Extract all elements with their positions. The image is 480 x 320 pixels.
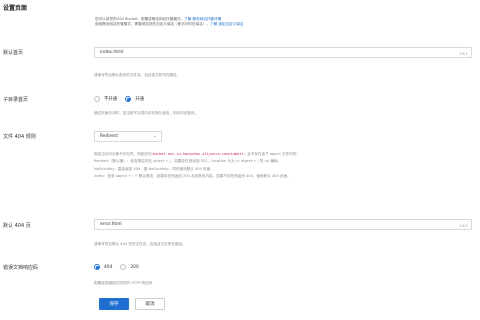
radio-button-selected[interactable] [94, 264, 100, 270]
radio-button[interactable] [94, 96, 100, 102]
error-status-help: 配置返回错误文档时的 HTTP 响应码 [94, 281, 153, 285]
desc-line-1: Redirect（默认值）：检查是否存在 object + /，如果存在则返回 … [94, 159, 282, 164]
index-page-input[interactable]: index.html 10/1 [94, 47, 472, 58]
cancel-button[interactable]: 取消 [135, 298, 165, 310]
hosting-details-link[interactable]: 了解 静态网站托管详情 [184, 17, 221, 21]
section-title: 设置页面 [3, 5, 28, 12]
file-404-rule-description: 指定当访问对象不存在时，例如访问 bucket.oss-cn-hangzhou.… [94, 151, 300, 180]
radio-label: 不开通 [104, 97, 118, 102]
index-page-label: 默认首页 [3, 50, 24, 56]
index-page-value: index.html [100, 50, 124, 55]
bind-domain-link[interactable]: 了解 绑定自定义域名 [210, 22, 244, 26]
radio-option-200[interactable]: 200 [120, 264, 139, 270]
subdir-index-radio-group: 不开通 开通 [94, 96, 144, 102]
file-404-rule-label: 文件 404 规则 [3, 134, 36, 140]
page-404-help: 请填写符合默认 404 页的文件名，包括该文件所在路径。 [94, 242, 186, 246]
index-page-counter: 10/1 [459, 50, 468, 56]
page-404-label: 默认 404 页 [3, 223, 31, 229]
desc-line-2: NoSuchKey：直接返回 404，报 NoSuchKey，同时使用默认 40… [94, 166, 214, 171]
index-page-help: 请填写符合默认首页的文件名，包括该文件所在路径。 [94, 73, 181, 77]
subdir-index-label: 子目录首页 [3, 97, 29, 103]
error-status-label: 错误文档响应码 [3, 265, 39, 271]
file-404-rule-select[interactable]: Redirect ⌄ [94, 131, 162, 142]
radio-option-enabled[interactable]: 开通 [125, 96, 144, 102]
info-text: 您可以将您的OSS Bucket，配置成静态网站托管模式。了解 静态网站托管详情… [95, 17, 244, 27]
radio-label: 开通 [135, 97, 144, 102]
radio-option-disabled[interactable]: 不开通 [94, 96, 117, 102]
error-status-radio-group: 404 200 [94, 264, 139, 270]
desc-line-3: Index：检查 object + / + 默认首页，如果存在则返回 200 及… [94, 173, 291, 178]
radio-option-404[interactable]: 404 [94, 264, 112, 270]
radio-label: 200 [130, 264, 139, 270]
chevron-down-icon: ⌄ [152, 133, 157, 139]
static-website-settings: 设置页面 您可以将您的OSS Bucket，配置成静态网站托管模式。了解 静态网… [0, 0, 480, 320]
example-url: bucket.oss-cn-hangzhou.aliyuncs.com/subd… [152, 152, 244, 156]
save-button[interactable]: 保存 [99, 298, 129, 310]
desc-line-0: 指定当访问对象不存在时，例如访问 bucket.oss-cn-hangzhou.… [94, 152, 301, 156]
radio-label: 404 [104, 264, 113, 270]
radio-button[interactable] [120, 264, 127, 270]
file-404-rule-value: Redirect [100, 134, 119, 139]
info-line-2: 使用静态网站托管模式，需要绑定您的自定义域名（即访问时的域名）。了解 绑定自定义… [95, 22, 244, 26]
page-404-value: error.html [100, 222, 122, 227]
radio-button-selected[interactable] [125, 96, 132, 102]
page-404-input[interactable]: error.html 10/1 [94, 219, 472, 230]
page-404-counter: 10/1 [459, 222, 468, 228]
subdir-index-help: 通过页面访问时，如当前子目录中存在默认首页，则访问该首页。 [94, 111, 199, 115]
